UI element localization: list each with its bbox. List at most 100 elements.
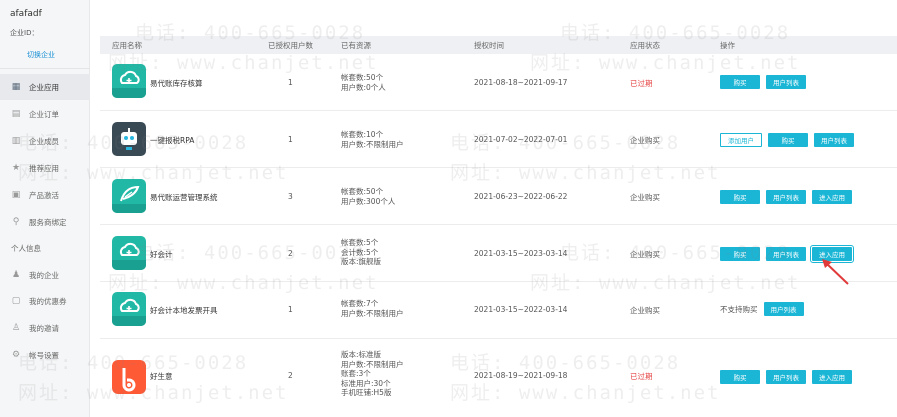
table-row: 好会计 2 帐套数:5个 会计数:5个 版本:旗舰版 2021-03-15~20…	[100, 225, 897, 282]
user-count: 2	[288, 371, 293, 380]
user-count: 3	[288, 192, 293, 201]
col-actions: 操作	[720, 41, 735, 50]
resources: 帐套数:50个 用户数:0个人	[341, 73, 386, 92]
sidebar-item-my-enterprise[interactable]: ♟ 我的企业	[0, 262, 90, 288]
switch-company-link[interactable]: 切换企业	[27, 50, 55, 60]
sidebar-item-enterprise-apps[interactable]: ▦ 企业应用	[0, 74, 90, 100]
user-count: 1	[288, 135, 293, 144]
cloud-app-icon	[112, 292, 146, 326]
resource-line: 帐套数:10个	[341, 130, 384, 139]
activate-icon: ▣	[11, 190, 21, 200]
sidebar-item-label: 我的邀请	[29, 323, 59, 333]
table-row: 好生意 2 版本:标准版 用户数:不限制用户 账套:3个 标准用户:30个 手机…	[100, 339, 897, 417]
user-list-button[interactable]: 用户列表	[766, 247, 806, 261]
hao-shengyi-icon	[112, 360, 146, 394]
row-actions: 购买 用户列表	[720, 75, 806, 89]
resource-line: 版本:标准版	[341, 350, 382, 359]
user-list-button[interactable]: 用户列表	[766, 190, 806, 204]
enter-app-button[interactable]: 进入应用	[812, 370, 852, 384]
app-name: 好会计	[150, 250, 173, 259]
sidebar-item-label: 帐号设置	[29, 350, 59, 360]
resources: 帐套数:50个 用户数:300个人	[341, 187, 395, 206]
sidebar-item-label: 企业订单	[29, 109, 59, 119]
members-icon: ▥	[11, 136, 21, 146]
cloud-app-icon	[112, 236, 146, 270]
resources: 帐套数:7个 用户数:不限制用户	[341, 299, 404, 318]
auth-time: 2021-06-23~2022-06-22	[474, 192, 568, 201]
resource-line: 帐套数:50个	[341, 73, 384, 82]
user-count: 2	[288, 249, 293, 258]
enter-app-button[interactable]: 进入应用	[812, 190, 852, 204]
user-count: 1	[288, 78, 293, 87]
sidebar-item-enterprise-members[interactable]: ▥ 企业成员	[0, 128, 90, 154]
add-user-button[interactable]: 添加用户	[720, 133, 762, 147]
auth-time: 2021-07-02~2022-07-01	[474, 135, 568, 144]
user-count: 1	[288, 305, 293, 314]
resource-line: 帐套数:5个	[341, 238, 379, 247]
cloud-app-icon	[112, 64, 146, 98]
user-list-button[interactable]: 用户列表	[763, 302, 804, 316]
auth-time: 2021-08-19~2021-09-18	[474, 371, 568, 380]
resource-line: 帐套数:7个	[341, 299, 379, 308]
buy-button[interactable]: 购买	[720, 190, 760, 204]
sidebar-item-label: 我的企业	[29, 270, 59, 280]
status-badge: 企业购买	[630, 136, 660, 145]
row-actions: 购买 用户列表 进入应用	[720, 190, 852, 204]
sidebar-item-label: 企业成员	[29, 136, 59, 146]
user-list-button[interactable]: 用户列表	[766, 370, 806, 384]
status-badge: 企业购买	[630, 193, 660, 202]
feather-app-icon	[112, 179, 146, 213]
sidebar-item-label: 推荐应用	[29, 163, 59, 173]
gear-icon: ⚙	[11, 350, 21, 360]
status-badge: 已过期	[630, 79, 653, 88]
sidebar-item-provider-binding[interactable]: ⚲ 服务商绑定	[0, 209, 90, 235]
sidebar-item-enterprise-orders[interactable]: ▤ 企业订单	[0, 101, 90, 127]
user-list-button[interactable]: 用户列表	[814, 133, 854, 147]
resource-line: 用户数:不限制用户	[341, 139, 404, 149]
auth-time: 2021-03-15~2023-03-14	[474, 249, 568, 258]
user-list-button[interactable]: 用户列表	[766, 75, 806, 89]
sidebar-item-label: 服务商绑定	[29, 217, 67, 227]
resource-line: 手机旺铺:H5版	[341, 388, 392, 397]
resource-line: 用户数:300个人	[341, 196, 396, 206]
annotation-arrow-icon	[822, 259, 849, 285]
col-app-name: 应用名称	[112, 41, 142, 50]
buy-button[interactable]: 购买	[720, 370, 760, 384]
sidebar-item-product-activation[interactable]: ▣ 产品激活	[0, 182, 90, 208]
resource-line: 账套:3个	[341, 369, 371, 378]
col-users: 已授权用户数	[268, 41, 313, 50]
company-id-label: 企业ID：	[10, 29, 39, 37]
sidebar-item-my-coupons[interactable]: ▢ 我的优惠券	[0, 288, 90, 314]
app-name: 易代账运营管理系统	[150, 193, 218, 202]
status-badge: 企业购买	[630, 250, 660, 259]
buy-button[interactable]: 购买	[768, 133, 808, 147]
buy-button[interactable]: 购买	[720, 247, 760, 261]
coupon-icon: ▢	[11, 296, 21, 306]
robot-icon	[112, 122, 146, 156]
app-name: 好会计本地发票开具	[150, 306, 218, 315]
buy-button[interactable]: 购买	[720, 75, 760, 89]
resource-line: 用户数:0个人	[341, 82, 386, 92]
invite-icon: ♙	[11, 323, 21, 333]
row-actions: 购买 用户列表 进入应用	[720, 370, 852, 384]
col-resources: 已有资源	[341, 41, 371, 50]
status-badge: 企业购买	[630, 306, 660, 315]
sidebar-item-account-settings[interactable]: ⚙ 帐号设置	[0, 342, 90, 368]
company-name: afafadf	[10, 9, 42, 19]
table-row: 一键报税RPA 1 帐套数:10个 用户数:不限制用户 2021-07-02~2…	[100, 111, 897, 168]
personal-section-title: 个人信息	[11, 244, 41, 253]
sidebar-divider	[0, 68, 90, 69]
row-actions: 添加用户 购买 用户列表	[720, 133, 854, 147]
resource-line: 标准用户:30个	[341, 378, 391, 388]
sidebar-item-recommended-apps[interactable]: ★ 推荐应用	[0, 155, 90, 181]
table-header: 应用名称 已授权用户数 已有资源 授权时间 应用状态 操作	[100, 36, 897, 54]
sidebar-item-label: 产品激活	[29, 190, 59, 200]
auth-time: 2021-03-15~2022-03-14	[474, 305, 568, 314]
resources: 版本:标准版 用户数:不限制用户 账套:3个 标准用户:30个 手机旺铺:H5版	[341, 350, 404, 398]
sidebar: afafadf 企业ID： 切换企业 ▦ 企业应用 ▤ 企业订单 ▥ 企业成员 …	[0, 0, 90, 417]
sidebar-item-my-invites[interactable]: ♙ 我的邀请	[0, 315, 90, 341]
star-icon: ★	[11, 163, 21, 173]
order-icon: ▤	[11, 109, 21, 119]
table-row: 易代账运营管理系统 3 帐套数:50个 用户数:300个人 2021-06-23…	[100, 168, 897, 225]
resources: 帐套数:10个 用户数:不限制用户	[341, 130, 404, 149]
